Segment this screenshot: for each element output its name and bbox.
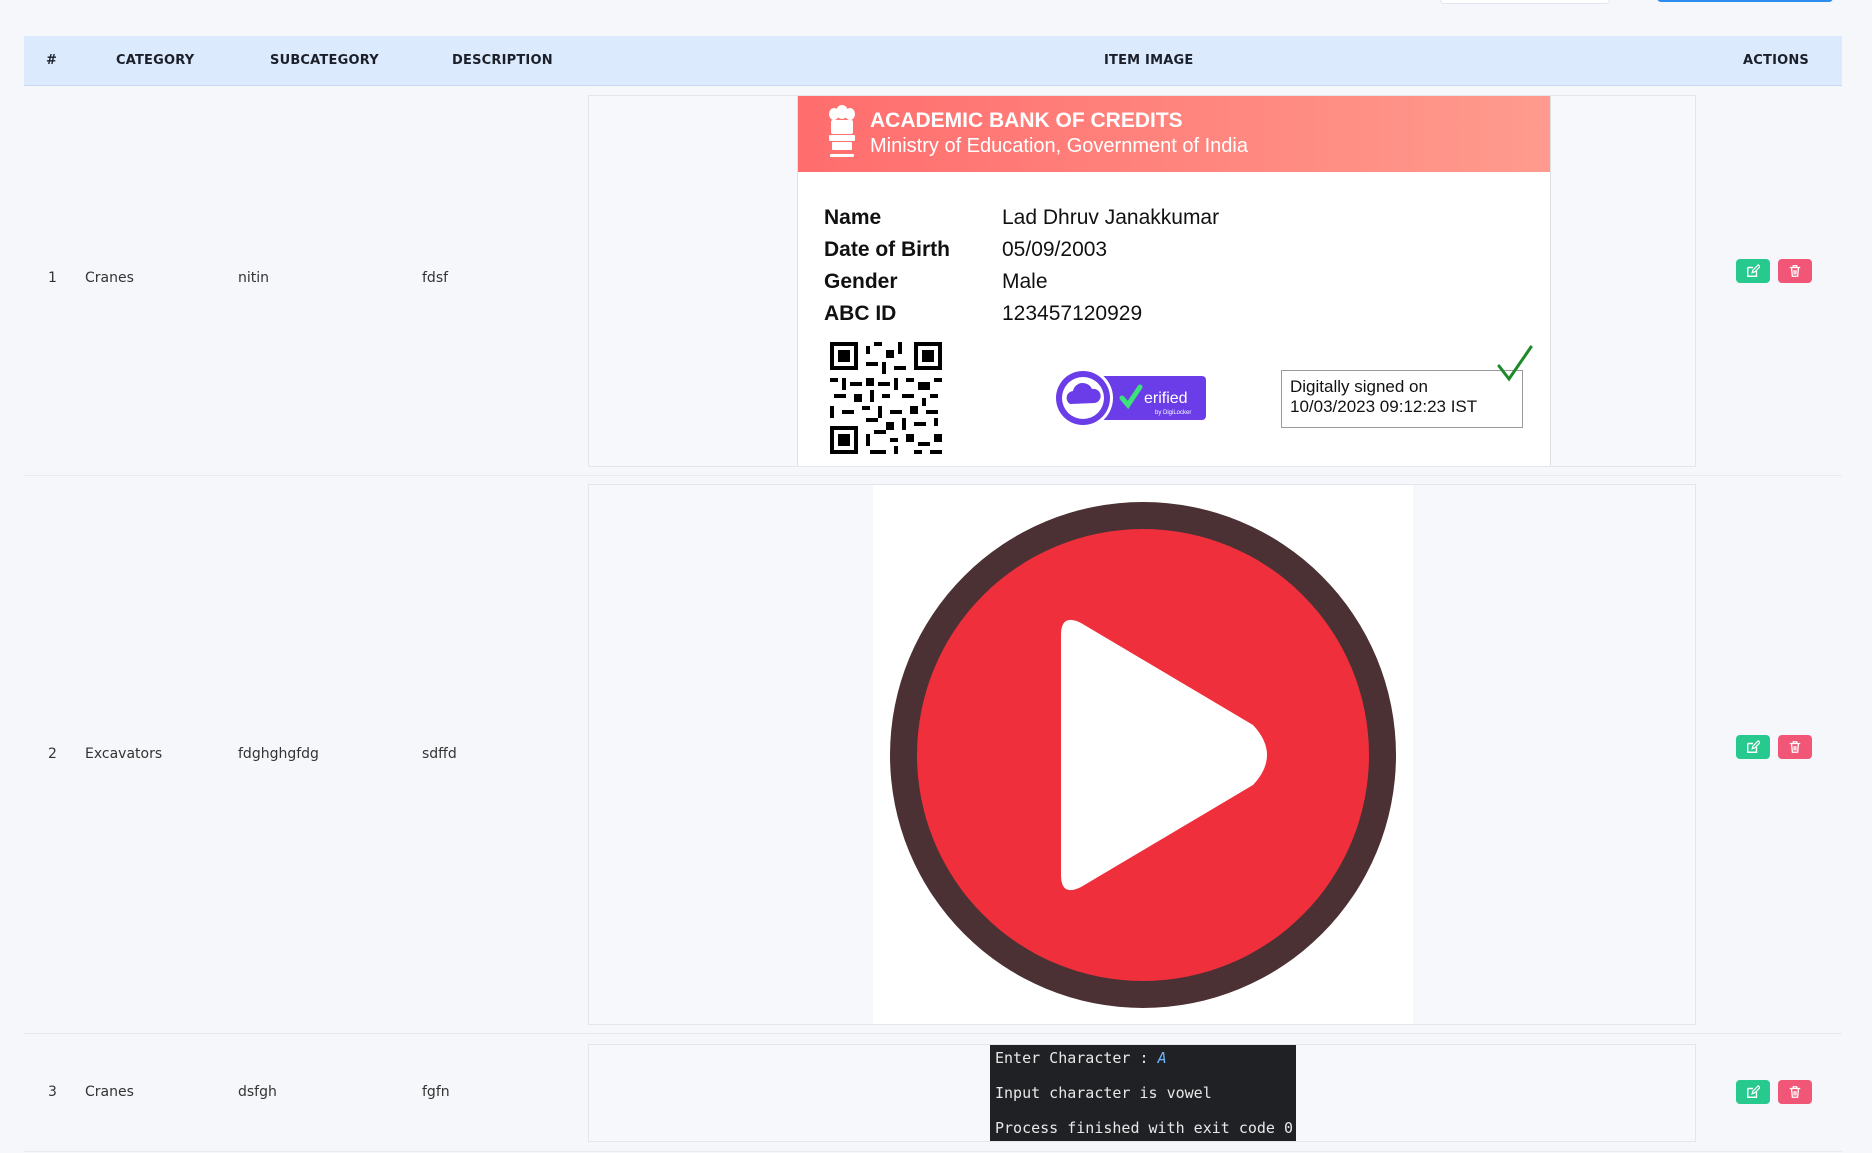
search-field[interactable]: [1440, 0, 1610, 4]
item-image: [588, 484, 1696, 1025]
row-category: Cranes: [85, 270, 134, 286]
table-header: # CATEGORY SUBCATEGORY DESCRIPTION ITEM …: [24, 36, 1842, 86]
field-value: Lad Dhruv Janakkumar: [1002, 206, 1220, 229]
signed-timestamp: 10/03/2023 09:12:23 IST: [1290, 397, 1478, 416]
field-value: Male: [1002, 270, 1048, 293]
delete-button[interactable]: [1778, 259, 1812, 283]
row-index: 3: [48, 1084, 57, 1100]
svg-text:erified: erified: [1144, 390, 1188, 407]
header-subcategory: SUBCATEGORY: [270, 53, 379, 68]
trash-icon: [1789, 741, 1801, 753]
field-label: Gender: [824, 270, 898, 293]
table-row: 3 Cranes dsfgh fgfn Enter Character : A …: [24, 1034, 1842, 1152]
card-subtitle: Ministry of Education, Government of Ind…: [870, 135, 1248, 157]
edit-button[interactable]: [1736, 735, 1770, 759]
header-description: DESCRIPTION: [452, 53, 553, 68]
table-row: 2 Excavators fdghghgfdg sdffd: [24, 476, 1842, 1034]
edit-icon: [1747, 740, 1760, 753]
row-description: fdsf: [422, 270, 449, 286]
field-value: 05/09/2003: [1002, 238, 1108, 261]
row-index: 2: [48, 746, 57, 762]
card-header: ACADEMIC BANK OF CREDITS Ministry of Edu…: [798, 96, 1550, 172]
edit-icon: [1747, 264, 1760, 277]
item-image: Enter Character : A Input character is v…: [588, 1044, 1696, 1142]
abc-id-card: ACADEMIC BANK OF CREDITS Ministry of Edu…: [797, 96, 1551, 466]
edit-button[interactable]: [1736, 259, 1770, 283]
header-actions: ACTIONS: [1743, 53, 1810, 68]
row-description: fgfn: [422, 1084, 450, 1100]
items-table: # CATEGORY SUBCATEGORY DESCRIPTION ITEM …: [24, 36, 1842, 1152]
terminal-line: Process finished with exit code 0: [995, 1119, 1294, 1137]
edit-button[interactable]: [1736, 1080, 1770, 1104]
row-category: Cranes: [85, 1084, 134, 1100]
table-row: 1 Cranes nitin fdsf ACADEMIC BANK OF CRE…: [24, 86, 1842, 476]
digilocker-verified-icon: erified by DigiLocker: [1053, 368, 1206, 428]
play-icon: [890, 502, 1396, 1008]
signed-label: Digitally signed on: [1290, 377, 1428, 396]
item-image: ACADEMIC BANK OF CREDITS Ministry of Edu…: [588, 95, 1696, 467]
header-item-image: ITEM IMAGE: [1104, 53, 1194, 68]
delete-button[interactable]: [1778, 735, 1812, 759]
field-label: ABC ID: [824, 302, 897, 325]
emblem-icon: [829, 105, 855, 157]
svg-text:by DigiLocker: by DigiLocker: [1155, 410, 1191, 416]
row-description: sdffd: [422, 746, 457, 762]
edit-icon: [1747, 1085, 1760, 1098]
row-subcategory: fdghghgfdg: [238, 746, 319, 762]
terminal-line: Input character is vowel: [995, 1084, 1212, 1102]
trash-icon: [1789, 265, 1801, 277]
field-label: Date of Birth: [824, 238, 950, 261]
row-index: 1: [48, 270, 57, 286]
header-category: CATEGORY: [116, 53, 195, 68]
row-subcategory: nitin: [238, 270, 270, 286]
terminal-screenshot: Enter Character : A Input character is v…: [990, 1045, 1296, 1141]
trash-icon: [1789, 1086, 1801, 1098]
play-image: [873, 485, 1413, 1024]
card-title: ACADEMIC BANK OF CREDITS: [870, 109, 1183, 132]
check-icon: [1497, 345, 1533, 382]
digital-signature-box: Digitally signed on 10/03/2023 09:12:23 …: [1281, 370, 1523, 428]
row-category: Excavators: [85, 746, 163, 762]
add-button[interactable]: [1657, 0, 1833, 2]
field-value: 123457120929: [1002, 302, 1143, 325]
qr-code-icon: [830, 342, 942, 454]
field-label: Name: [824, 206, 882, 229]
header-index: #: [46, 53, 58, 68]
delete-button[interactable]: [1778, 1080, 1812, 1104]
row-subcategory: dsfgh: [238, 1084, 277, 1100]
terminal-line: Enter Character : A: [995, 1049, 1167, 1067]
